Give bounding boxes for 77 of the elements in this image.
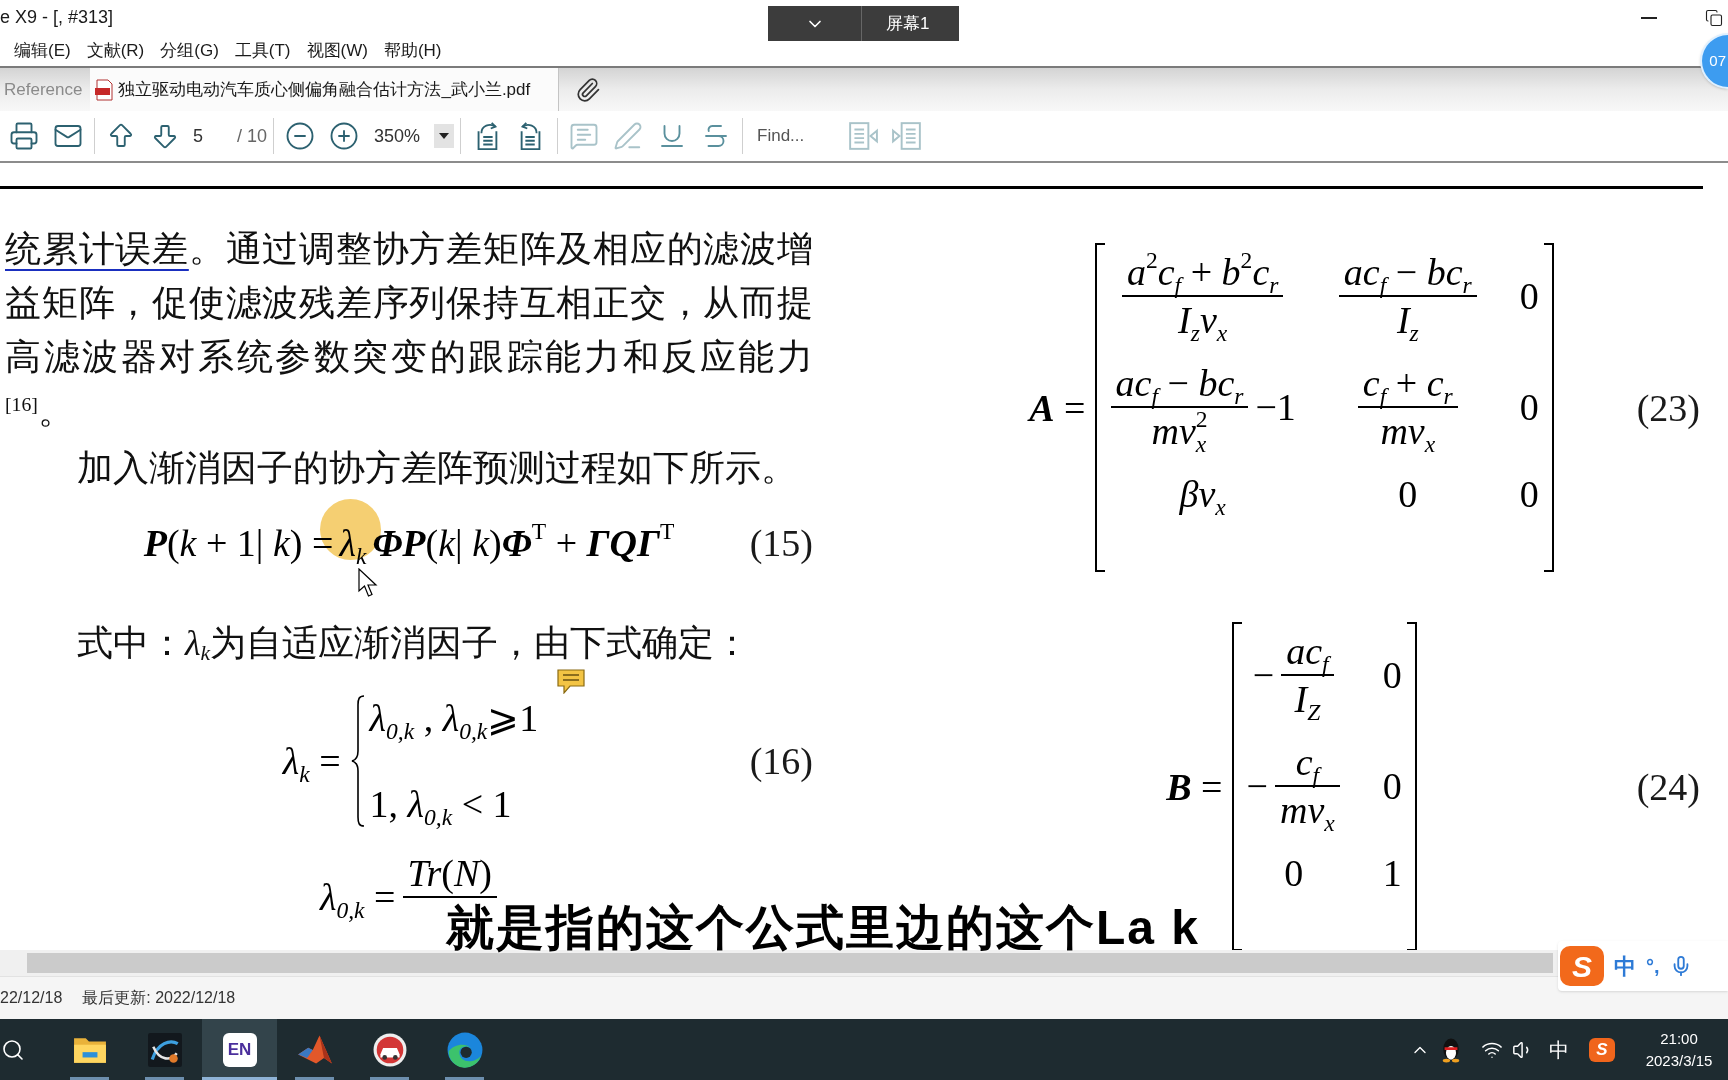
list-arrow-icon — [892, 121, 923, 151]
formula-text: 0 — [1381, 653, 1403, 698]
case-row-text: 1, λ$_{0,k}$ < 1 — [369, 782, 513, 827]
mouse-pointer-icon — [358, 568, 378, 598]
window-title: e X9 - [, #313] — [0, 6, 114, 29]
search-icon — [1, 1037, 25, 1062]
punctuation-toggle[interactable]: °, — [1646, 951, 1660, 981]
menu-item[interactable]: 工具(T) — [234, 37, 291, 64]
paragraph: 加入渐消因子的协方差阵预测过程如下所示。 — [76, 447, 798, 490]
list-arrow-icon — [848, 121, 879, 151]
pen-icon — [613, 121, 644, 151]
fraction-denominator: I$_{z}$v$_{x}$ — [1177, 298, 1229, 343]
fraction-denominator: mv$_{x}$ — [1379, 409, 1437, 454]
status-text: 最后更新: 2022/12/18 — [82, 988, 236, 1008]
fraction-denominator: I$_{z}$ — [1395, 298, 1420, 343]
ring-logo-icon — [446, 1031, 483, 1068]
equation-number: (16) — [749, 739, 813, 784]
find-field[interactable]: Find... — [749, 121, 840, 151]
restore-icon — [1705, 8, 1723, 27]
menu-item[interactable]: 文献(R) — [86, 37, 145, 64]
equation-number: (24) — [1636, 764, 1700, 810]
formula-text: λ$_{0,k}$ = — [318, 875, 397, 920]
folder-icon — [72, 1035, 107, 1064]
swirl-logo-icon — [147, 1032, 182, 1067]
formula-text: B = — [1165, 764, 1224, 810]
formula-text: 0 — [1518, 385, 1540, 430]
case-row-text: λ$_{0,k}$ , λ$_{0,k}$⩾1 — [369, 696, 539, 741]
menu-item[interactable]: 视图(W) — [306, 37, 368, 64]
menu-item[interactable]: 编辑(E) — [14, 37, 71, 64]
zoom-field[interactable]: 350% — [368, 121, 431, 151]
page-number-field[interactable]: 5 — [189, 121, 233, 151]
formula-text: ΦP(k| k)Φ$^{T}$ + ΓQΓ$^{T}$ — [371, 520, 676, 566]
formula-text: 0 — [1518, 274, 1540, 319]
car-logo-icon — [372, 1032, 407, 1067]
subtitle-caption: 就是指的这个公式里边的这个La k — [446, 904, 1201, 952]
penguin-icon — [1440, 1036, 1462, 1063]
formula-text: 0 — [1283, 851, 1305, 896]
formula-text: λ$_{k}$ = — [281, 739, 342, 784]
fraction-denominator: I$_{Z}$ — [1293, 677, 1322, 722]
tab[interactable]: 独立驱动电动汽车质心侧偏角融合估计方法_武小兰.pdf — [90, 68, 560, 111]
screen-label: 屏幕1 — [886, 12, 930, 35]
formula-text: P(k + 1| k) = — [142, 521, 335, 566]
minimize-icon — [1641, 16, 1657, 19]
clock-date: 2023/3/15 — [1645, 1050, 1713, 1071]
menu-item[interactable]: 分组(G) — [160, 37, 219, 64]
formula-text: A = — [1026, 385, 1087, 431]
zoom-out-icon — [285, 121, 316, 151]
formula-text: −1 — [1254, 385, 1297, 430]
formula-text: 1 — [1381, 851, 1403, 896]
zoom-in-icon — [329, 121, 360, 151]
paragraph: 统累计误差。通过调整协方差矩阵及相应的滤波增 益矩阵，促使滤波残差序列保持互相正交，从而提 高滤波器对系统参数突变的跟踪能力和反应能力 $^{[16]}$。 — [5, 228, 813, 433]
taskbar-button[interactable]: EN — [202, 1019, 277, 1080]
menu-item[interactable]: 帮助(H) — [383, 37, 442, 64]
comment-icon — [569, 121, 600, 151]
formula-text: 0 — [1397, 472, 1419, 517]
page-count: / 10 — [237, 124, 268, 148]
equation-number: (23) — [1636, 385, 1700, 431]
formula-text: 0 — [1518, 472, 1540, 517]
clock-time: 21:00 — [1660, 1028, 1698, 1049]
fraction-numerator: Tr(N) — [406, 851, 493, 896]
paragraph: 式中：λ$_{k}$为自适应渐消因子，由下式确定： — [76, 622, 752, 668]
formula-text: − — [1251, 653, 1276, 698]
caret-down-icon — [439, 133, 450, 139]
printer-icon — [9, 121, 39, 151]
paperclip-icon — [575, 76, 602, 103]
pdf-file-icon — [94, 78, 115, 101]
formula-text: 0 — [1381, 764, 1403, 809]
input-mode-toggle[interactable]: 中 — [1614, 949, 1636, 983]
app-logo: EN — [222, 1032, 257, 1067]
zoom-dropdown-button[interactable] — [434, 124, 455, 148]
equation-number: (15) — [749, 521, 813, 566]
input-mode-button[interactable]: 中 — [1545, 1034, 1573, 1065]
status-text: 22/12/18 — [0, 988, 63, 1008]
fraction-denominator: mv$_{x}$ — [1279, 788, 1336, 833]
scrollbar[interactable] — [27, 953, 1553, 973]
formula-text: βv$_{x}$ — [1178, 472, 1227, 517]
formula-text: − — [1245, 764, 1269, 809]
